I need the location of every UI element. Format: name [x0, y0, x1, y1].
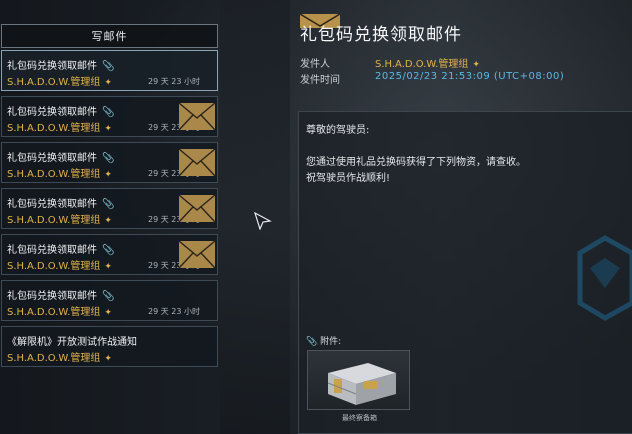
winged-badge-icon: ✦ — [104, 308, 112, 318]
sender-label: 发件人 — [300, 59, 330, 70]
envelope-icon — [178, 148, 216, 177]
winged-badge-icon: ✦ — [104, 124, 112, 134]
send-time-label: 发件时间 — [300, 75, 340, 86]
mail-item-title: 礼包码兑换领取邮件 📎 — [7, 199, 115, 210]
paperclip-icon: 📎 — [102, 199, 115, 210]
mail-list-item[interactable]: 礼包码兑换领取邮件 📎 S.H.A.D.O.W.管理组 ✦ 29 天 23 小时 — [1, 142, 218, 183]
paperclip-icon: 📎 — [102, 245, 115, 256]
mail-list-item[interactable]: 礼包码兑换领取邮件 📎 S.H.A.D.O.W.管理组 ✦ 29 天 23 小时 — [1, 50, 218, 91]
mail-list: 礼包码兑换领取邮件 📎 S.H.A.D.O.W.管理组 ✦ 29 天 23 小时 礼包码兑… — [1, 50, 218, 372]
attachment-name: 最终察备箱 — [342, 414, 377, 422]
supply-crate-icon — [327, 363, 396, 405]
compose-button[interactable]: 写邮件 — [1, 24, 218, 48]
mail-item-sender: S.H.A.D.O.W.管理组 ✦ — [7, 307, 112, 318]
winged-badge-icon: ✦ — [104, 216, 112, 226]
winged-badge-icon: ✦ — [104, 262, 112, 272]
mail-list-item[interactable]: 礼包码兑换领取邮件 📎 S.H.A.D.O.W.管理组 ✦ 29 天 23 小时 — [1, 234, 218, 275]
mail-item-time: 29 天 23 小时 — [148, 77, 200, 86]
mail-item-sender: S.H.A.D.O.W.管理组 ✦ — [7, 353, 112, 364]
paperclip-icon: 📎 — [102, 153, 115, 164]
body-line: 祝驾驶员作战顺利! — [306, 173, 391, 184]
mail-item-title: 礼包码兑换领取邮件 📎 — [7, 245, 115, 256]
mail-item-sender: S.H.A.D.O.W.管理组 ✦ — [7, 77, 112, 88]
paperclip-icon: 📎 — [102, 107, 115, 118]
envelope-icon — [178, 102, 216, 131]
mail-item-title: 礼包码兑换领取邮件 📎 — [7, 107, 115, 118]
winged-badge-icon: ✦ — [104, 78, 112, 88]
send-time-value: 2025/02/23 21:53:09 (UTC+08:00) — [375, 71, 565, 82]
hexagon-emblem-icon — [577, 235, 632, 321]
attachment-label: 📎 附件: — [306, 337, 342, 347]
mail-list-item[interactable]: 礼包码兑换领取邮件 📎 S.H.A.D.O.W.管理组 ✦ 29 天 23 小时 — [1, 96, 218, 137]
mail-list-item[interactable]: 礼包码兑换领取邮件 📎 S.H.A.D.O.W.管理组 ✦ 29 天 23 小时 — [1, 280, 218, 321]
sender-value: S.H.A.D.O.W.管理组 ✦ — [375, 59, 480, 70]
mail-item-sender: S.H.A.D.O.W.管理组 ✦ — [7, 215, 112, 226]
mail-list-item[interactable]: 《解限机》开放测试作战通知 S.H.A.D.O.W.管理组 ✦ — [1, 326, 218, 367]
mail-item-time: 29 天 23 小时 — [148, 307, 200, 316]
mail-item-sender: S.H.A.D.O.W.管理组 ✦ — [7, 169, 112, 180]
paperclip-icon: 📎 — [102, 291, 115, 302]
mail-item-title: 礼包码兑换领取邮件 📎 — [7, 291, 115, 302]
paperclip-icon: 📎 — [306, 337, 318, 347]
winged-badge-icon: ✦ — [104, 170, 112, 180]
attachment-item[interactable]: 最终察备箱 — [307, 350, 410, 422]
mail-item-title: 礼包码兑换领取邮件 📎 — [7, 153, 115, 164]
envelope-icon — [178, 240, 216, 269]
paperclip-icon: 📎 — [102, 61, 115, 72]
mail-item-sender: S.H.A.D.O.W.管理组 ✦ — [7, 261, 112, 272]
body-line: 您通过使用礼品兑换码获得了下列物资，请查收。 — [306, 157, 526, 168]
body-greeting: 尊敬的驾驶员: — [306, 125, 370, 136]
mail-item-sender: S.H.A.D.O.W.管理组 ✦ — [7, 123, 112, 134]
mail-item-title: 礼包码兑换领取邮件 📎 — [7, 61, 115, 72]
mail-title: 礼包码兑换领取邮件 — [300, 25, 462, 45]
mail-list-item[interactable]: 礼包码兑换领取邮件 📎 S.H.A.D.O.W.管理组 ✦ 29 天 23 小时 — [1, 188, 218, 229]
envelope-icon — [178, 194, 216, 223]
mouse-cursor-icon — [254, 212, 272, 230]
winged-badge-icon: ✦ — [472, 60, 480, 70]
winged-badge-icon: ✦ — [104, 354, 112, 364]
mail-item-title: 《解限机》开放测试作战通知 — [7, 337, 137, 348]
